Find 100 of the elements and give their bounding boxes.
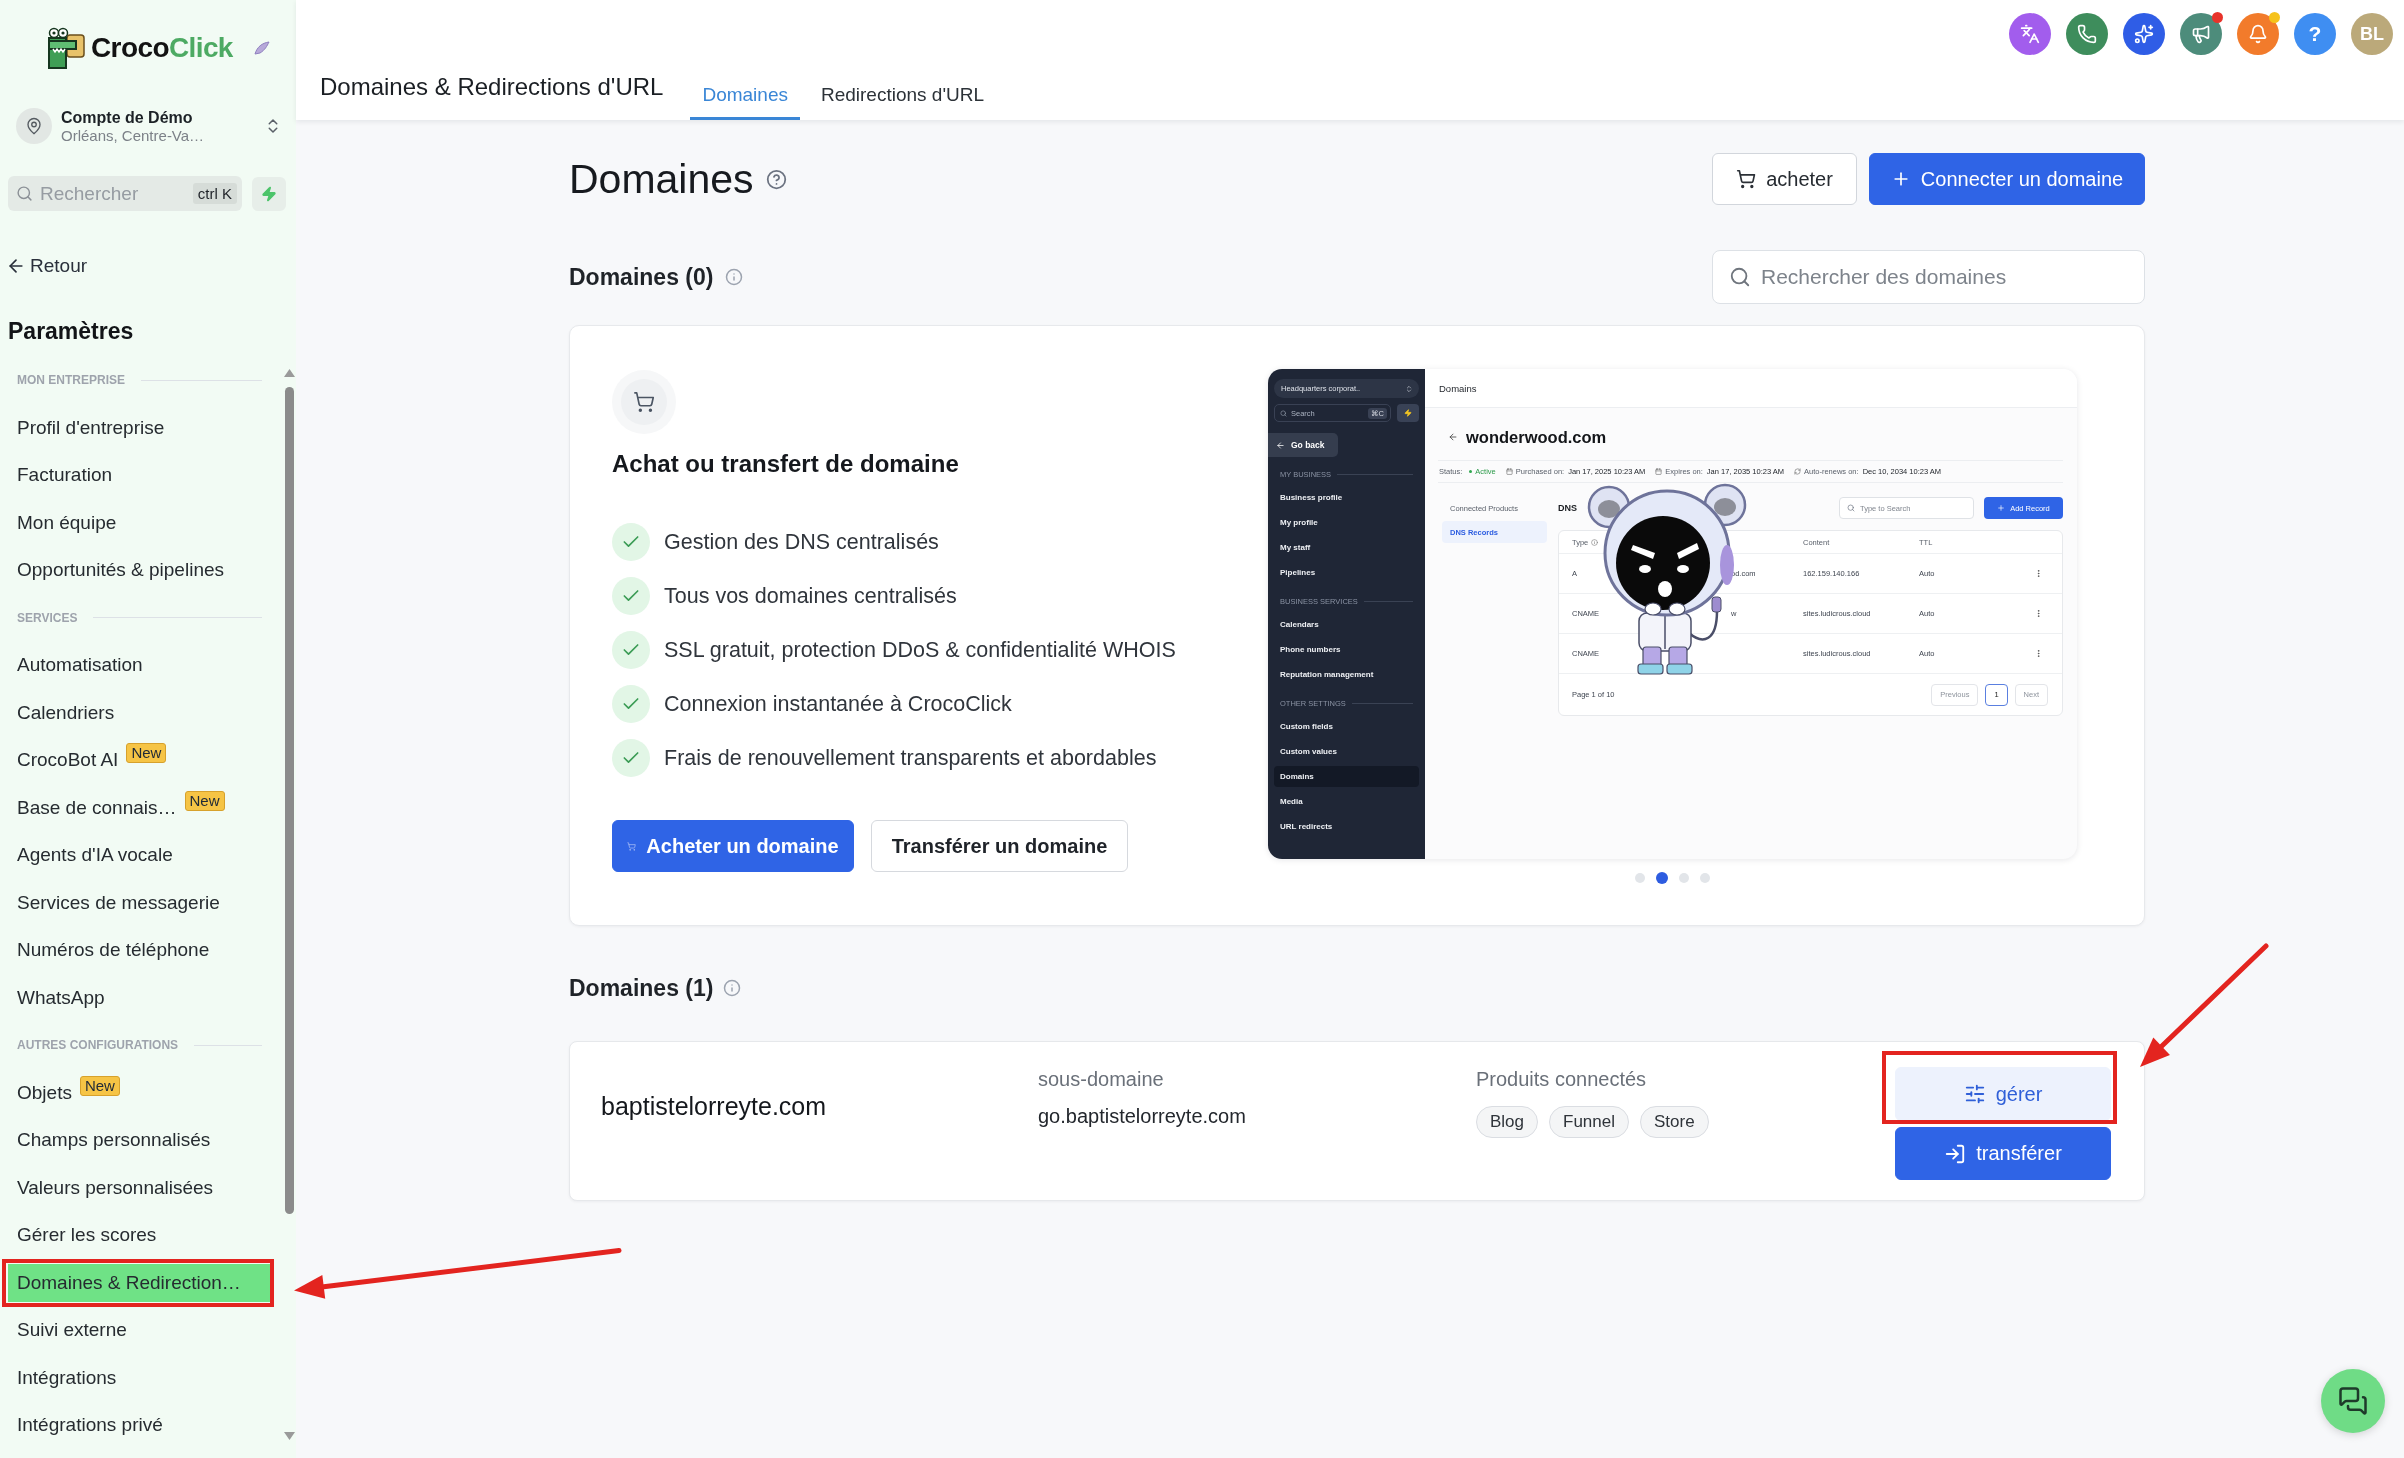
megaphone-button[interactable] bbox=[2180, 13, 2222, 55]
section-title: DNS bbox=[1558, 503, 1577, 513]
phone-icon bbox=[2077, 24, 2097, 44]
tab[interactable]: Redirections d'URL bbox=[808, 64, 997, 120]
products-label: Produits connectés bbox=[1476, 1067, 1647, 1091]
search-input[interactable]: Rechercher bbox=[40, 182, 186, 205]
nav-item[interactable]: Valeurs personnalisées bbox=[8, 1168, 270, 1207]
megaphone-icon bbox=[2191, 24, 2211, 44]
refresh-icon bbox=[1794, 468, 1801, 475]
nav-item[interactable]: Services de messagerie bbox=[8, 883, 270, 922]
more-options-icon[interactable] bbox=[2034, 609, 2043, 618]
carousel-dot[interactable] bbox=[1700, 873, 1710, 883]
nav-item[interactable]: Intégrations bbox=[8, 1358, 270, 1397]
nav-item[interactable]: Automatisation bbox=[8, 646, 270, 684]
nav-item[interactable]: My staff bbox=[1274, 537, 1419, 558]
translate-button[interactable] bbox=[2009, 13, 2051, 55]
new-badge: New bbox=[79, 1075, 120, 1096]
back-button[interactable]: Go back bbox=[1268, 433, 1338, 457]
nav-item[interactable]: Domaines & Redirection… bbox=[8, 1263, 270, 1302]
lightning-button[interactable] bbox=[1397, 404, 1419, 422]
chat-button[interactable] bbox=[2321, 1369, 2385, 1433]
scroll-down-icon[interactable] bbox=[283, 1432, 295, 1440]
section-heading: Domaines (0) bbox=[569, 263, 714, 291]
search-field[interactable]: Rechercher ctrl K bbox=[8, 176, 242, 211]
carousel-dot[interactable] bbox=[1679, 873, 1689, 883]
feature-text: Connexion instantanée à CrocoClick bbox=[664, 691, 1012, 717]
nav-item[interactable]: Pipelines bbox=[1274, 562, 1419, 583]
buy-button[interactable]: acheter bbox=[1712, 153, 1857, 205]
scrollbar-thumb[interactable] bbox=[284, 387, 294, 1214]
feather-icon bbox=[253, 41, 270, 55]
check-icon bbox=[612, 739, 650, 777]
page-title: Domains bbox=[1439, 382, 1477, 394]
sidebar-title: Paramètres bbox=[8, 317, 135, 346]
search-icon bbox=[1280, 409, 1287, 417]
scroll-up-icon[interactable] bbox=[283, 369, 295, 377]
search-icon bbox=[16, 185, 33, 202]
nav-item[interactable]: Media bbox=[1274, 791, 1419, 812]
search-input[interactable]: Rechercher des domaines bbox=[1761, 265, 2128, 289]
more-options-icon[interactable] bbox=[2034, 649, 2043, 658]
promo-title: Achat ou transfert de domaine bbox=[612, 449, 959, 479]
domain-title: wonderwood.com bbox=[1466, 427, 1607, 447]
sliders-icon bbox=[1963, 1083, 1986, 1105]
nav-item[interactable]: Suivi externe bbox=[8, 1311, 270, 1349]
back-link[interactable]: Retour bbox=[6, 254, 88, 278]
lightning-icon bbox=[261, 185, 277, 202]
nav-item[interactable]: Base de connais… New bbox=[8, 788, 270, 827]
status-dot-icon bbox=[1469, 470, 1473, 473]
sparkle-icon bbox=[2134, 24, 2154, 44]
phone-button[interactable] bbox=[2066, 13, 2108, 55]
transfer-button[interactable]: transférer bbox=[1895, 1127, 2111, 1180]
carousel-dot[interactable] bbox=[1656, 872, 1668, 884]
account-location: Orléans, Centre-Va… bbox=[61, 126, 205, 145]
nav-item[interactable]: Profil d'entreprise bbox=[8, 408, 270, 447]
nav-item[interactable]: URL redirects bbox=[1274, 816, 1419, 837]
subdomain-label: sous-domaine bbox=[1038, 1067, 1164, 1091]
nav-item[interactable]: Reputation management bbox=[1274, 664, 1419, 685]
nav-item[interactable]: Business profile bbox=[1274, 487, 1419, 508]
nav-item[interactable]: Domains bbox=[1274, 766, 1419, 787]
transfer-domain-button[interactable]: Transférer un domaine bbox=[871, 820, 1128, 872]
feature-text: Frais de renouvellement transparents et abordables bbox=[664, 745, 1157, 771]
nav-item[interactable]: Calendriers bbox=[8, 693, 270, 732]
calendar-icon bbox=[1655, 468, 1663, 475]
more-options-icon[interactable] bbox=[2034, 569, 2043, 578]
nav-item[interactable]: Intégrations privé bbox=[8, 1406, 270, 1444]
section-heading: AUTRES CONFIGURATIONS bbox=[17, 1038, 179, 1052]
help-icon[interactable] bbox=[765, 168, 787, 190]
nav-item[interactable]: Gérer les scores bbox=[8, 1216, 270, 1254]
nav-item[interactable]: Calendars bbox=[1274, 614, 1419, 635]
cart-icon bbox=[1736, 169, 1757, 189]
info-icon[interactable] bbox=[723, 979, 742, 997]
nav-item[interactable]: Numéros de téléphone bbox=[8, 931, 270, 969]
notifications-button[interactable] bbox=[2237, 13, 2279, 55]
tab[interactable]: Domaines bbox=[690, 64, 800, 120]
nav-item[interactable]: Facturation bbox=[8, 456, 270, 494]
nav-item[interactable]: My profile bbox=[1274, 512, 1419, 533]
calendar-icon bbox=[1505, 468, 1513, 475]
arrow-left-icon[interactable] bbox=[1448, 432, 1458, 442]
search-field[interactable]: Rechercher des domaines bbox=[1712, 250, 2145, 304]
section-heading: SERVICES bbox=[17, 610, 78, 625]
nav-item[interactable]: Mon équipe bbox=[8, 503, 270, 542]
buy-domain-button[interactable]: Acheter un domaine bbox=[612, 820, 854, 872]
nav-item[interactable]: Custom fields bbox=[1274, 716, 1419, 737]
nav-item[interactable]: CrocoBot AI New bbox=[8, 741, 270, 779]
crocodile-logo-icon bbox=[46, 26, 86, 70]
nav-item[interactable]: Custom values bbox=[1274, 741, 1419, 762]
sparkle-button[interactable] bbox=[2123, 13, 2165, 55]
nav-item[interactable]: Agents d'IA vocale bbox=[8, 836, 270, 874]
nav-item[interactable]: Opportunités & pipelines bbox=[8, 551, 270, 589]
location-pin-icon bbox=[16, 108, 52, 144]
info-icon[interactable] bbox=[725, 268, 744, 286]
connect-domain-button[interactable]: Connecter un domaine bbox=[1869, 153, 2145, 205]
product-tag: Funnel bbox=[1549, 1106, 1629, 1138]
account-name: Compte de Démo bbox=[61, 107, 193, 127]
nav-item[interactable]: WhatsApp bbox=[8, 978, 270, 1017]
nav-item[interactable]: Phone numbers bbox=[1274, 639, 1419, 660]
carousel-dot[interactable] bbox=[1635, 873, 1645, 883]
nav-item[interactable]: Objets New bbox=[8, 1073, 270, 1112]
product-tag: Store bbox=[1640, 1106, 1709, 1138]
manage-button[interactable]: gérer bbox=[1895, 1067, 2111, 1121]
nav-item[interactable]: Champs personnalisés bbox=[8, 1121, 270, 1159]
